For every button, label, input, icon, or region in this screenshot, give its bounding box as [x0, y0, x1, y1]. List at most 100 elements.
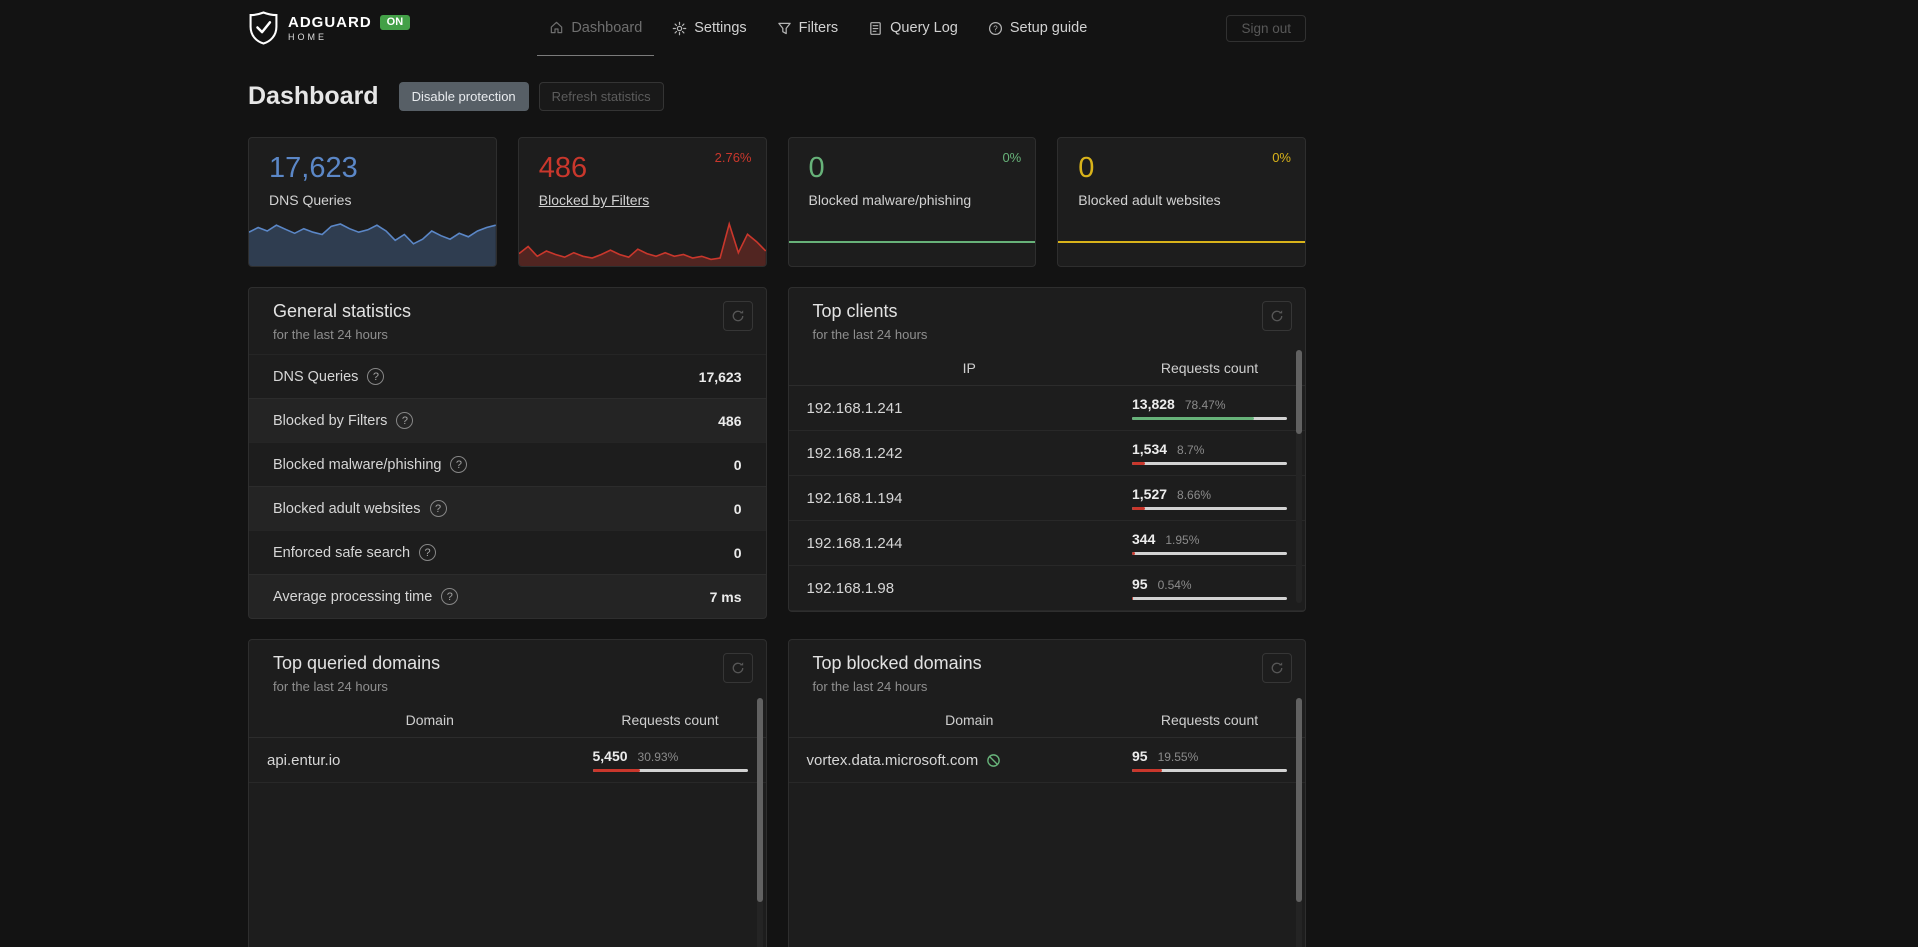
help-icon[interactable]: ? [419, 544, 437, 561]
scrollbar[interactable] [756, 698, 763, 947]
request-count: 1,534 [1132, 441, 1168, 457]
funnel-icon [777, 21, 792, 36]
scrollbar-thumb[interactable] [1296, 698, 1302, 903]
refresh-icon-button[interactable] [1262, 653, 1292, 683]
document-icon [868, 21, 883, 36]
scrollbar-thumb[interactable] [756, 698, 763, 903]
nav-label: Settings [694, 20, 747, 36]
general-statistics-table: DNS Queries? 17,623 Blocked by Filters? … [249, 354, 766, 618]
nav-label: Query Log [890, 20, 958, 36]
nav-query-log[interactable]: Query Log [856, 0, 970, 56]
card-title: General statistics [273, 301, 412, 321]
stat-row-label: DNS Queries [273, 368, 359, 385]
adguard-home-logo[interactable]: ADGUARD ON HOME [248, 0, 411, 56]
help-icon[interactable]: ? [429, 500, 447, 517]
table-header: Domain Requests count [788, 704, 1305, 738]
progress-fill [1132, 417, 1254, 420]
refresh-statistics-button[interactable]: Refresh statistics [538, 82, 664, 111]
progress-bar [1132, 552, 1287, 555]
home-icon [549, 20, 564, 35]
general-statistics-card: General statistics for the last 24 hours… [248, 287, 767, 619]
request-percent: 8.7% [1177, 443, 1205, 457]
request-count: 1,527 [1132, 486, 1168, 502]
dashboard-page: Dashboard Disable protection Refresh sta… [248, 56, 1306, 947]
scrollbar[interactable] [1296, 698, 1302, 947]
stat-row-label: Blocked malware/phishing [273, 456, 442, 473]
stat-row-value: 0 [733, 456, 742, 473]
progress-bar [1132, 417, 1287, 420]
progress-bar [592, 769, 748, 772]
table-header: IP Requests count [788, 352, 1305, 386]
card-subtitle: for the last 24 hours [812, 327, 928, 342]
client-ip: 192.168.1.242 [806, 444, 903, 462]
progress-fill [1132, 769, 1163, 772]
request-count: 13,828 [1132, 396, 1175, 412]
refresh-icon [1270, 661, 1284, 675]
stat-row-value: 486 [718, 412, 742, 429]
blocked-filters-percent: 2.76% [714, 150, 752, 165]
stat-row: Blocked adult websites? 0 [249, 486, 766, 530]
blocked-malware-card: 0% 0 Blocked malware/phishing [787, 137, 1037, 267]
client-row: 192.168.1.98 95 0.54% [788, 566, 1305, 611]
card-subtitle: for the last 24 hours [273, 327, 388, 342]
client-row: 192.168.1.242 1,534 8.7% [788, 431, 1305, 476]
request-percent: 1.95% [1165, 533, 1200, 547]
request-count: 95 [1132, 576, 1148, 592]
client-ip: 192.168.1.241 [806, 399, 903, 417]
refresh-icon [1270, 309, 1284, 323]
domain-row: vortex.data.microsoft.com 95 19.55% [788, 738, 1305, 783]
table-header: Domain Requests count [249, 704, 766, 738]
refresh-icon-button[interactable] [722, 301, 753, 331]
help-icon[interactable]: ? [441, 588, 459, 605]
client-ip: 192.168.1.98 [806, 579, 895, 597]
request-percent: 78.47% [1184, 398, 1226, 412]
blocked-adult-flatline [1058, 241, 1305, 243]
help-icon[interactable]: ? [396, 412, 414, 429]
top-clients-card: Top clients for the last 24 hours IP Req… [787, 287, 1306, 612]
protection-status-badge: ON [379, 14, 411, 30]
stat-row-value: 17,623 [698, 368, 742, 385]
blocked-malware-flatline [788, 241, 1036, 243]
refresh-icon-button[interactable] [1262, 301, 1292, 331]
disable-protection-button[interactable]: Disable protection [398, 82, 529, 111]
blocked-adult-card: 0% 0 Blocked adult websites [1057, 137, 1306, 267]
progress-fill [1132, 462, 1146, 465]
request-count: 5,450 [592, 748, 628, 764]
blocked-adult-label: Blocked adult websites [1078, 192, 1221, 209]
scrollbar[interactable] [1296, 350, 1302, 603]
main-nav: Dashboard Settings Filters Query Log ? S… [410, 0, 1226, 56]
card-title: Top blocked domains [812, 653, 982, 673]
help-icon[interactable]: ? [367, 368, 385, 385]
stat-row-label: Enforced safe search [273, 544, 411, 561]
help-icon[interactable]: ? [450, 456, 468, 473]
column-header-requests: Requests count [1160, 360, 1259, 376]
nav-label: Filters [798, 20, 839, 36]
nav-setup-guide[interactable]: ? Setup guide [976, 0, 1099, 56]
domain-row: api.entur.io 5,450 30.93% [249, 738, 766, 783]
brand-subtitle: HOME [288, 31, 327, 42]
nav-settings[interactable]: Settings [660, 0, 758, 56]
request-percent: 19.55% [1157, 750, 1199, 764]
scrollbar-thumb[interactable] [1296, 350, 1302, 434]
top-navbar: ADGUARD ON HOME Dashboard Settings Filte… [0, 0, 1918, 56]
dns-queries-card: 17,623 DNS Queries [248, 137, 497, 267]
card-subtitle: for the last 24 hours [812, 679, 928, 694]
adguard-shield-icon [248, 11, 279, 45]
sign-out-button[interactable]: Sign out [1226, 14, 1306, 42]
client-ip: 192.168.1.194 [806, 489, 903, 507]
blocked-service-icon [986, 753, 1001, 768]
stat-row-label: Average processing time [273, 588, 433, 605]
progress-bar [1132, 769, 1287, 772]
card-title: Top queried domains [273, 653, 441, 673]
nav-dashboard[interactable]: Dashboard [537, 0, 655, 56]
progress-fill [592, 769, 641, 772]
column-header-domain: Domain [405, 712, 454, 728]
refresh-icon-button[interactable] [722, 653, 753, 683]
column-header-requests: Requests count [1160, 712, 1259, 728]
stat-row-value: 7 ms [709, 588, 742, 605]
blocked-filters-link[interactable]: Blocked by Filters [539, 192, 649, 208]
top-queried-domains-card: Top queried domains for the last 24 hour… [248, 639, 767, 947]
progress-fill [1132, 552, 1136, 555]
nav-label: Setup guide [1009, 20, 1088, 36]
nav-filters[interactable]: Filters [765, 0, 850, 56]
